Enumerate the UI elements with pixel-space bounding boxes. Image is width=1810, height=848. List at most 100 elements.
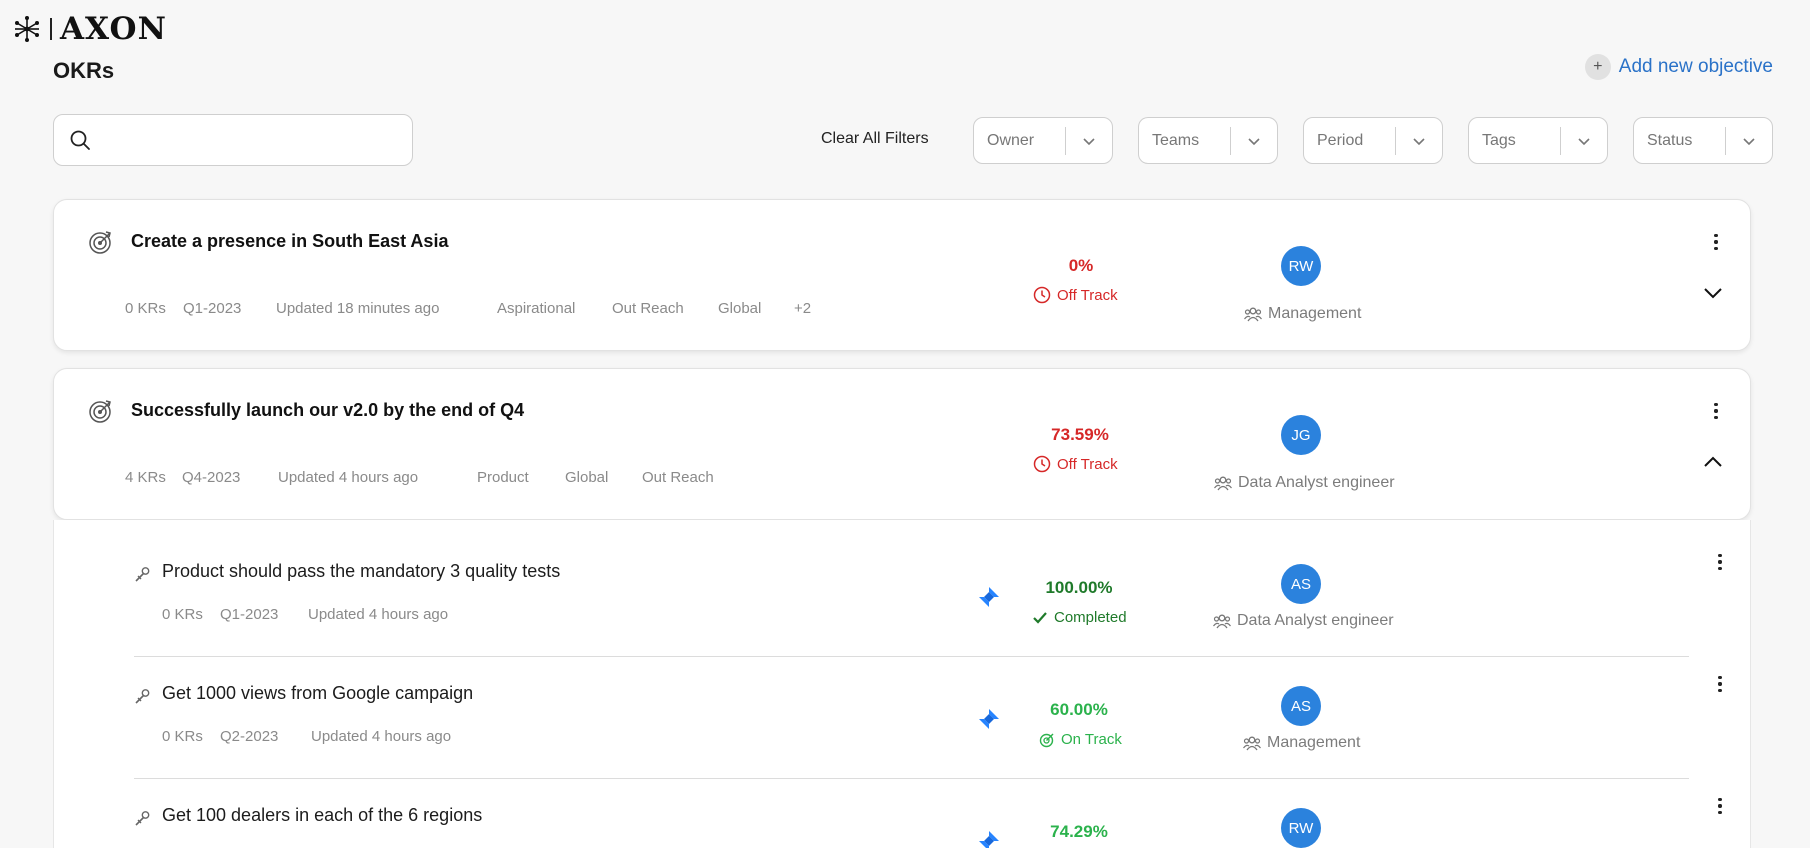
objective-title[interactable]: Successfully launch our v2.0 by the end … — [131, 400, 524, 421]
key-result-title[interactable]: Product should pass the mandatory 3 qual… — [162, 561, 560, 582]
filter-owner[interactable]: Owner — [973, 117, 1113, 164]
period: Q2-2023 — [220, 728, 279, 745]
team-name: Data Analyst engineer — [1237, 612, 1394, 629]
search-box[interactable] — [53, 114, 413, 166]
objective-title[interactable]: Create a presence in South East Asia — [131, 231, 448, 252]
filter-owner-label: Owner — [987, 131, 1035, 149]
kr-count: 4 KRs — [125, 469, 166, 486]
progress-percent: 74.29% — [1050, 822, 1108, 841]
chevron-down-icon — [1578, 137, 1590, 145]
tag: Product — [477, 469, 529, 486]
row-divider — [134, 778, 1689, 779]
more-options-icon[interactable] — [1706, 230, 1726, 254]
more-options-icon[interactable] — [1710, 794, 1730, 818]
filter-teams[interactable]: Teams — [1138, 117, 1278, 164]
filter-period-label: Period — [1317, 131, 1364, 149]
progress-percent: 73.59% — [1051, 425, 1109, 444]
tag: Out Reach — [642, 469, 714, 486]
chevron-down-icon — [1083, 137, 1095, 145]
chevron-down-icon — [1743, 137, 1755, 145]
jira-icon — [979, 587, 999, 607]
objective-card[interactable]: Successfully launch our v2.0 by the end … — [53, 368, 1751, 520]
team-label: Management — [1244, 305, 1361, 323]
jira-icon — [979, 831, 999, 848]
avatar[interactable]: RW — [1281, 246, 1321, 286]
filter-status-label: Status — [1647, 131, 1693, 149]
filter-period[interactable]: Period — [1303, 117, 1443, 164]
progress-percent: 0% — [1068, 256, 1094, 275]
more-tags-badge[interactable]: +2 — [794, 300, 811, 317]
chevron-down-icon[interactable] — [1700, 280, 1726, 306]
status-label: Completed — [1054, 609, 1127, 626]
key-result-title[interactable]: Get 1000 views from Google campaign — [162, 683, 473, 704]
filter-status[interactable]: Status — [1633, 117, 1773, 164]
chevron-down-icon — [1413, 137, 1425, 145]
team-icon — [1244, 307, 1262, 322]
app-logo: AXON — [12, 11, 167, 47]
clear-all-filters-button[interactable]: Clear All Filters — [821, 130, 929, 148]
row-divider — [134, 656, 1689, 657]
clock-icon — [1033, 455, 1051, 473]
chevron-down-icon — [1248, 137, 1260, 145]
team-label: Management — [1243, 734, 1360, 752]
tag: Global — [565, 469, 609, 486]
team-label: Data Analyst engineer — [1214, 474, 1395, 492]
logo-divider — [50, 18, 52, 40]
avatar[interactable]: AS — [1281, 564, 1321, 604]
filter-tags[interactable]: Tags — [1468, 117, 1608, 164]
team-name: Management — [1268, 305, 1362, 322]
tag: Out Reach — [612, 300, 684, 317]
filter-teams-label: Teams — [1152, 131, 1200, 149]
jira-icon — [979, 709, 999, 729]
logo-network-icon — [15, 16, 39, 42]
target-icon — [89, 231, 111, 254]
team-icon — [1213, 614, 1231, 629]
page-title: OKRs — [53, 58, 115, 83]
key-result-icon — [135, 689, 150, 704]
checkmark-icon — [1033, 611, 1047, 624]
filter-tags-label: Tags — [1482, 131, 1516, 149]
team-label: Data Analyst engineer — [1213, 612, 1394, 630]
tag: Global — [718, 300, 762, 317]
more-options-icon[interactable] — [1706, 399, 1726, 423]
key-result-title[interactable]: Get 100 dealers in each of the 6 regions — [162, 805, 482, 826]
status-label: Off Track — [1057, 455, 1118, 473]
search-input[interactable] — [102, 131, 412, 149]
avatar[interactable]: AS — [1281, 686, 1321, 726]
target-icon — [89, 400, 111, 423]
search-icon — [70, 130, 90, 150]
plus-icon: + — [1584, 54, 1611, 80]
status-label: Off Track — [1057, 286, 1118, 304]
period: Q1-2023 — [220, 606, 279, 623]
avatar[interactable]: RW — [1281, 808, 1321, 848]
key-result-icon — [135, 567, 150, 582]
team-name: Management — [1267, 734, 1361, 751]
status-off-track: Off Track — [1033, 455, 1118, 473]
period: Q4-2023 — [182, 469, 241, 486]
updated-time: Updated 18 minutes ago — [276, 300, 440, 317]
add-objective-button[interactable]: + Add new objective — [1584, 54, 1773, 80]
more-options-icon[interactable] — [1710, 550, 1730, 574]
team-icon — [1243, 736, 1261, 751]
status-label: On Track — [1061, 731, 1122, 748]
kr-count: 0 KRs — [125, 300, 166, 317]
status-on-track: On Track — [1039, 731, 1122, 748]
progress-percent: 100.00% — [1045, 578, 1113, 597]
status-off-track: Off Track — [1033, 286, 1118, 304]
clock-icon — [1033, 286, 1051, 304]
status-completed: Completed — [1032, 609, 1127, 626]
chevron-up-icon[interactable] — [1700, 449, 1726, 475]
kr-count: 0 KRs — [162, 728, 203, 745]
updated-time: Updated 4 hours ago — [278, 469, 419, 486]
key-results-panel: Product should pass the mandatory 3 qual… — [53, 520, 1751, 848]
objective-card[interactable]: Create a presence in South East Asia 0 K… — [53, 199, 1751, 351]
avatar[interactable]: JG — [1281, 415, 1321, 455]
brand-name: AXON — [60, 11, 167, 47]
period: Q1-2023 — [183, 300, 242, 317]
more-options-icon[interactable] — [1710, 672, 1730, 696]
add-objective-label: Add new objective — [1618, 56, 1773, 77]
team-name: Data Analyst engineer — [1238, 474, 1395, 491]
tag: Aspirational — [497, 300, 576, 317]
progress-percent: 60.00% — [1050, 700, 1108, 719]
kr-count: 0 KRs — [162, 606, 203, 623]
